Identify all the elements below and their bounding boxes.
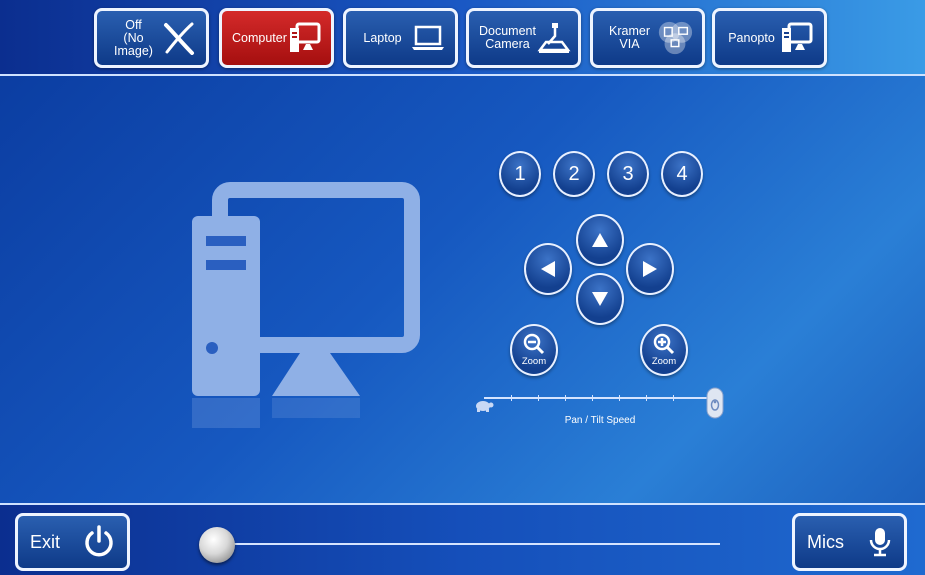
source-computer-button[interactable]: Computer [219,8,334,68]
pan-tilt-speed-handle[interactable] [703,386,729,422]
computer-icon [778,19,816,57]
zoom-out-button[interactable]: Zoom [510,324,558,376]
source-computer-label: Computer [232,30,287,45]
computer-icon [287,19,323,57]
preset-2-button[interactable]: 2 [553,151,595,197]
zoom-in-button[interactable]: Zoom [640,324,688,376]
tilt-down-button[interactable] [576,273,624,325]
preset-4-button[interactable]: 4 [661,151,703,197]
arrow-up-icon [592,233,608,247]
source-off-button[interactable]: Off (No Image) [94,8,209,68]
tilt-up-button[interactable] [576,214,624,266]
arrow-left-icon [541,261,555,277]
preset-1-label: 1 [514,162,526,185]
source-kramer-via-button[interactable]: Kramer VIA [590,8,705,68]
preset-2-label: 2 [568,162,580,185]
kramer-via-icon [656,19,694,57]
exit-button[interactable]: Exit [15,513,130,571]
main-panel [0,78,925,503]
power-icon [85,525,113,557]
laptop-icon [409,19,447,57]
preset-3-button[interactable]: 3 [607,151,649,197]
preset-4-label: 4 [676,162,688,185]
source-document-camera-label: Document Camera [479,24,536,51]
microphone-icon [869,528,891,557]
source-off-label: Off (No Image) [114,17,153,58]
source-laptop-button[interactable]: Laptop [343,8,458,68]
large-computer-icon [192,182,420,428]
source-document-camera-button[interactable]: Document Camera [466,8,581,68]
zoom-in-label: Zoom [651,356,677,367]
volume-slider-knob[interactable] [199,527,235,563]
zoom-out-label: Zoom [521,356,547,367]
source-panopto-label: Panopto [728,30,775,45]
zoom-out-icon [523,333,545,355]
exit-label: Exit [30,531,61,552]
source-laptop-label: Laptop [363,30,402,45]
source-panopto-button[interactable]: Panopto [712,8,827,68]
source-kramer-via-label: Kramer VIA [609,24,650,51]
bottom-bar: Exit Mics [0,503,925,575]
no-image-icon [160,19,198,57]
pan-right-button[interactable] [626,243,674,295]
arrow-right-icon [643,261,657,277]
pan-left-button[interactable] [524,243,572,295]
preset-3-label: 3 [622,162,634,185]
preset-1-button[interactable]: 1 [499,151,541,197]
volume-track[interactable] [218,543,720,545]
arrow-down-icon [592,292,608,306]
pan-tilt-speed-ticks [511,395,674,401]
pan-tilt-speed-label: Pan / Tilt Speed [564,415,636,426]
source-bar: Off (No Image) Computer Laptop Document … [0,0,925,76]
mics-label: Mics [807,531,844,552]
mics-button[interactable]: Mics [792,513,907,571]
zoom-in-icon [653,333,675,355]
document-camera-icon [536,19,572,57]
